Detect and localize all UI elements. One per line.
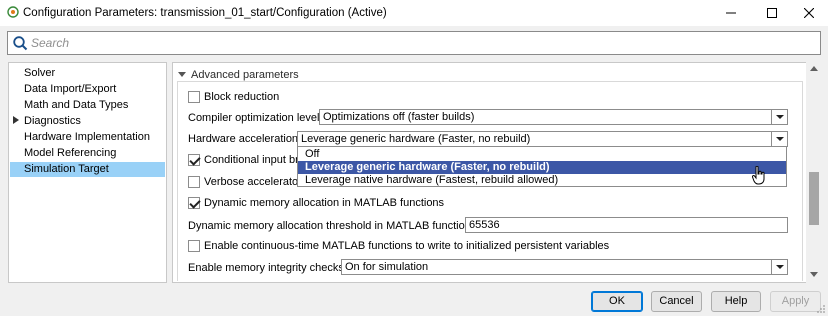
block-reduction-label: Block reduction — [204, 91, 280, 103]
maximize-button[interactable] — [755, 0, 789, 26]
mem-integrity-value: On for simulation — [345, 261, 429, 273]
block-reduction-checkbox[interactable] — [188, 91, 200, 103]
section-header-advanced[interactable]: Advanced parameters — [178, 69, 299, 81]
continuous-time-checkbox[interactable] — [188, 240, 200, 252]
dyn-mem-threshold-input[interactable]: 65536 — [465, 217, 788, 233]
scroll-up-icon[interactable] — [810, 66, 818, 71]
tree-item-solver[interactable]: Solver — [24, 66, 55, 81]
dyn-mem-threshold-label: Dynamic memory allocation threshold in M… — [188, 220, 480, 232]
continuous-time-label: Enable continuous-time MATLAB functions … — [204, 240, 610, 252]
conditional-input-label: Conditional input bra — [204, 154, 305, 166]
tree-item-model-referencing[interactable]: Model Referencing — [24, 146, 116, 161]
window-title: Configuration Parameters: transmission_0… — [23, 7, 387, 19]
search-input[interactable]: Search — [7, 31, 821, 55]
minimize-button[interactable] — [714, 0, 748, 26]
hw-accel-select[interactable]: Leverage generic hardware (Faster, no re… — [297, 131, 788, 147]
tree-item-data-import-export[interactable]: Data Import/Export — [24, 82, 116, 97]
chevron-down-icon[interactable] — [771, 110, 787, 124]
tree-item-simulation-target[interactable]: Simulation Target — [10, 162, 165, 177]
hw-accel-value: Leverage generic hardware (Faster, no re… — [301, 133, 531, 145]
dropdown-option-off[interactable]: Off — [298, 148, 786, 161]
verbose-accelerator-label: Verbose accelerator — [204, 176, 302, 188]
hand-cursor-icon — [752, 166, 765, 185]
ok-button[interactable]: OK — [591, 291, 643, 312]
compiler-opt-label: Compiler optimization level: — [188, 112, 323, 124]
tree-item-math-data-types[interactable]: Math and Data Types — [24, 98, 128, 113]
search-placeholder: Search — [31, 36, 70, 50]
hw-accel-dropdown-list: Off Leverage generic hardware (Faster, n… — [297, 146, 787, 187]
verbose-accelerator-checkbox[interactable] — [188, 176, 200, 188]
mem-integrity-label: Enable memory integrity checks: — [188, 262, 347, 274]
close-button[interactable] — [792, 0, 826, 26]
dyn-mem-alloc-label: Dynamic memory allocation in MATLAB func… — [204, 197, 445, 209]
dyn-mem-alloc-checkbox[interactable] — [188, 197, 200, 209]
compiler-opt-value: Optimizations off (faster builds) — [323, 111, 475, 123]
maximize-icon — [767, 8, 777, 18]
help-button[interactable]: Help — [711, 291, 761, 312]
vertical-scrollbar[interactable] — [806, 62, 821, 283]
search-icon — [13, 36, 28, 51]
cancel-button[interactable]: Cancel — [651, 291, 702, 312]
close-icon — [804, 8, 814, 18]
compiler-opt-select[interactable]: Optimizations off (faster builds) — [319, 109, 788, 125]
title-bar: Configuration Parameters: transmission_0… — [0, 0, 828, 26]
chevron-down-icon[interactable] — [771, 260, 787, 274]
apply-button[interactable]: Apply — [770, 291, 821, 312]
conditional-input-checkbox[interactable] — [188, 154, 200, 166]
tree-item-hardware-implementation[interactable]: Hardware Implementation — [24, 130, 150, 145]
tree-item-diagnostics[interactable]: Diagnostics — [24, 114, 81, 129]
chevron-down-icon[interactable] — [771, 132, 787, 146]
resize-grip-icon[interactable] — [816, 304, 826, 314]
minimize-icon — [726, 12, 736, 14]
matlab-app-icon — [7, 6, 19, 18]
mem-integrity-select[interactable]: On for simulation — [341, 259, 788, 275]
section-title: Advanced parameters — [191, 69, 299, 81]
hw-accel-label: Hardware acceleration: — [188, 133, 302, 145]
expand-arrow-icon[interactable] — [13, 116, 19, 124]
scroll-down-icon[interactable] — [810, 272, 818, 277]
dropdown-option-native-hardware[interactable]: Leverage native hardware (Fastest, rebui… — [298, 174, 786, 187]
dropdown-option-generic-hardware[interactable]: Leverage generic hardware (Faster, no re… — [298, 161, 786, 174]
category-tree: Solver Data Import/Export Math and Data … — [8, 62, 167, 283]
scrollbar-thumb[interactable] — [809, 172, 819, 225]
collapse-triangle-icon — [178, 72, 186, 77]
